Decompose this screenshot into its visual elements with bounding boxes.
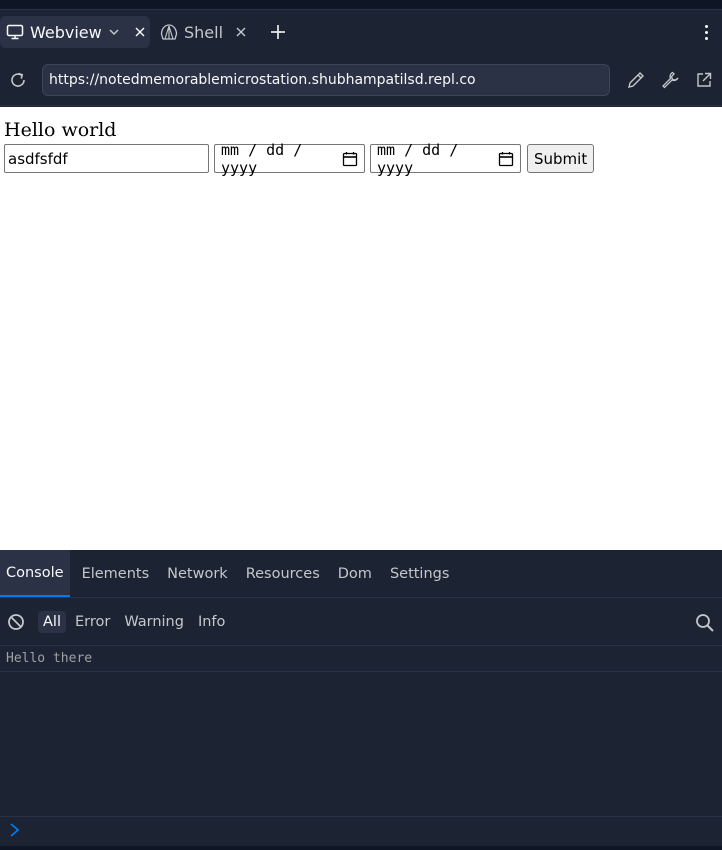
date-placeholder: mm / dd / yyyy <box>221 140 303 177</box>
devtools-tabs: Console Elements Network Resources Dom S… <box>0 550 722 598</box>
console-prompt[interactable] <box>0 816 722 846</box>
close-icon[interactable] <box>235 22 247 42</box>
filter-info[interactable]: Info <box>193 611 230 633</box>
search-icon[interactable] <box>694 612 716 634</box>
page-heading: Hello world <box>4 119 117 141</box>
form: mm / dd / yyyy mm / dd / yyyy Submit <box>4 141 595 177</box>
tab-settings[interactable]: Settings <box>384 550 455 597</box>
tab-shell[interactable]: Shell <box>154 16 250 48</box>
filter-warning[interactable]: Warning <box>119 611 189 633</box>
close-icon[interactable] <box>134 22 146 42</box>
submit-button[interactable]: Submit <box>527 144 595 173</box>
webview-content: Hello world mm / dd / yyyy mm / dd / yyy… <box>0 107 722 550</box>
calendar-icon[interactable] <box>498 151 514 167</box>
tab-network[interactable]: Network <box>161 550 234 597</box>
shell-icon <box>160 23 178 41</box>
wrench-icon[interactable] <box>660 70 680 90</box>
url-bar <box>0 54 722 106</box>
monitor-icon <box>6 23 24 41</box>
window-bottom-strip <box>0 846 722 850</box>
tab-resources[interactable]: Resources <box>240 550 326 597</box>
filter-error[interactable]: Error <box>70 611 115 633</box>
plus-icon[interactable] <box>266 20 290 44</box>
window-top-strip <box>0 0 722 10</box>
chevron-down-icon[interactable] <box>108 26 120 38</box>
chevron-right-icon <box>8 822 22 842</box>
tab-bar: Webview Shell <box>0 10 722 54</box>
tab-label: Webview <box>30 22 102 42</box>
devtools-panel: Console Elements Network Resources Dom S… <box>0 550 722 850</box>
date-input-end[interactable]: mm / dd / yyyy <box>370 141 521 177</box>
external-link-icon[interactable] <box>694 70 714 90</box>
url-input[interactable] <box>42 64 610 96</box>
reload-icon[interactable] <box>8 70 28 90</box>
filter-all[interactable]: All <box>38 610 66 633</box>
date-placeholder: mm / dd / yyyy <box>377 140 459 177</box>
tab-label: Shell <box>184 22 224 42</box>
tab-dom[interactable]: Dom <box>332 550 378 597</box>
console-log-line: Hello there <box>0 646 722 672</box>
more-options-icon[interactable] <box>698 22 714 42</box>
tab-webview[interactable]: Webview <box>0 16 150 48</box>
tab-elements[interactable]: Elements <box>76 550 156 597</box>
console-filters: All Error Warning Info <box>0 598 722 646</box>
tab-console[interactable]: Console <box>0 550 70 597</box>
date-input-start[interactable]: mm / dd / yyyy <box>214 141 365 177</box>
pencil-icon[interactable] <box>626 70 646 90</box>
calendar-icon[interactable] <box>342 151 358 167</box>
text-input[interactable] <box>4 144 209 173</box>
clear-console-icon[interactable] <box>6 612 26 632</box>
